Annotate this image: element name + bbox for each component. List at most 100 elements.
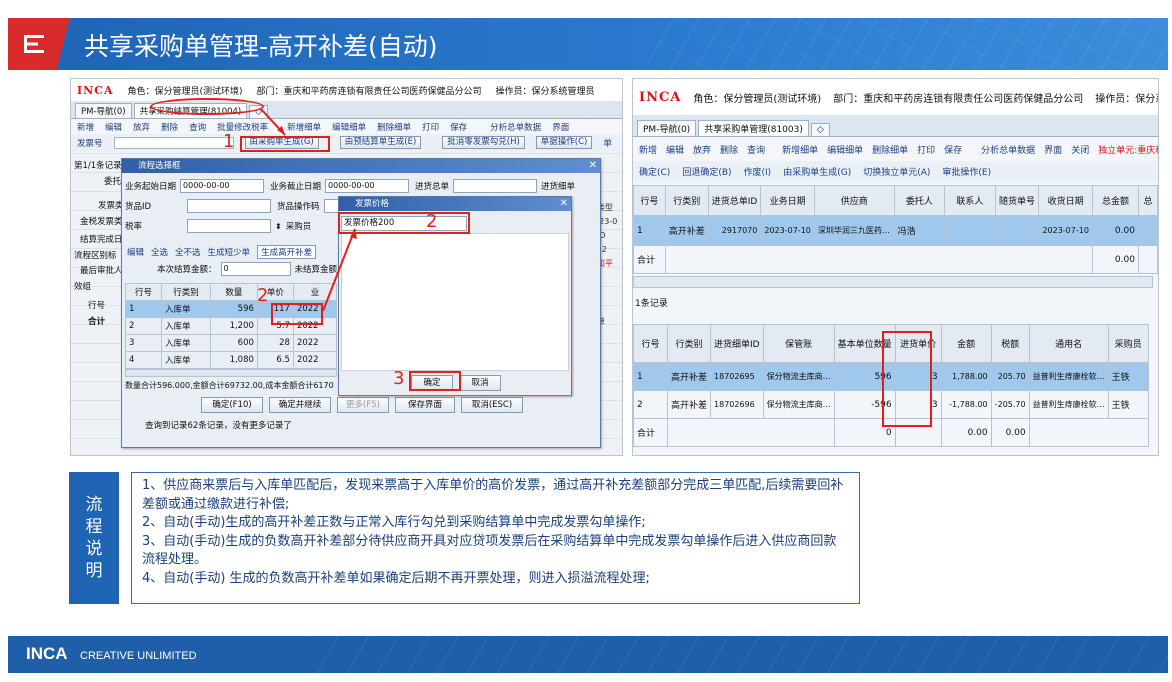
- footer-brand: INCA: [26, 644, 68, 663]
- cell: -1,788.00: [940, 390, 992, 419]
- sum-amount: 0.00: [940, 418, 992, 447]
- col-tax: 税额: [990, 324, 1030, 363]
- price-column-highlight: [882, 331, 932, 427]
- approval-button[interactable]: 审批操作(E): [942, 165, 991, 178]
- col-no: 行号: [633, 324, 668, 363]
- sum-row: 合计 0.00: [633, 245, 1158, 274]
- col-total: 总金额: [1091, 185, 1139, 216]
- toolbar-discard[interactable]: 放弃: [693, 143, 711, 156]
- toolbar-query[interactable]: 查询: [747, 143, 765, 156]
- tab-po-manage[interactable]: 共享采购单管理(81003): [698, 120, 809, 136]
- annotation-arrows: [260, 108, 357, 312]
- col-id: 进货总单ID: [707, 185, 762, 216]
- confirm-button[interactable]: 确定(C): [639, 165, 670, 178]
- left-screenshot: INCA 角色：保分管理员(测试环境) 部门：重庆和平药房连锁有限责任公司医药保…: [70, 78, 623, 456]
- h-scrollbar[interactable]: [633, 276, 1153, 288]
- col-type: 行类别: [664, 185, 709, 216]
- sum-label: 合计: [633, 245, 666, 274]
- flow-label-char: 流: [85, 495, 103, 515]
- col-acct: 保管账: [762, 324, 835, 363]
- toolbar-save[interactable]: 保存: [944, 143, 962, 156]
- header-table: 行号 行类别 进货总单ID 业务日期 供应商 委托人 联系人 随货单号 收货日期…: [633, 185, 1158, 274]
- sum-tax: 0.00: [990, 418, 1030, 447]
- cell: 2917070: [707, 215, 762, 246]
- col-more: 总: [1137, 185, 1158, 216]
- gen-from-po-button[interactable]: 由采购单生成(G): [783, 165, 851, 178]
- cell: [994, 215, 1040, 246]
- cell: [1137, 215, 1158, 246]
- cell: 保分物流主库商…: [762, 362, 835, 391]
- flow-label-char: 程: [85, 517, 103, 537]
- col-type: 行类别: [666, 324, 712, 363]
- flow-description: 1、供应商来票后与入库单匹配后，发现来票高于入库单价的高价发票，通过高开补充差额…: [131, 472, 860, 604]
- cell: 18702695: [710, 362, 764, 391]
- col-date: 业务日期: [760, 185, 815, 216]
- inca-logo-icon: [24, 35, 44, 53]
- cell: 益普利生痔康栓软…: [1028, 362, 1109, 391]
- flow-label: 流 程 说 明: [69, 472, 119, 604]
- cell: 高开补差: [664, 215, 709, 246]
- cell: [664, 245, 1093, 274]
- title-bar: 共享采购单管理-高开补差(自动): [8, 18, 1168, 70]
- toolbar-edit-detail[interactable]: 编辑细单: [827, 143, 863, 156]
- cell: [1137, 245, 1158, 274]
- toolbar-unit: 独立单元:重庆和平: [1098, 145, 1158, 156]
- toolbar-delete[interactable]: 删除: [720, 143, 738, 156]
- cell: 高开补差: [666, 390, 712, 419]
- app-brand: INCA: [639, 89, 682, 105]
- col-no: 行号: [633, 185, 666, 216]
- cell: 2: [633, 390, 668, 419]
- toolbar-new[interactable]: 新增: [639, 143, 657, 156]
- col-supplier: 供应商: [813, 185, 895, 216]
- col-ref: 随货单号: [994, 185, 1040, 216]
- toolbar-delete-detail[interactable]: 删除细单: [872, 143, 908, 156]
- tab-add[interactable]: ◇: [810, 123, 830, 136]
- flow-label-char: 说: [85, 539, 103, 559]
- col-buyer: 采购员: [1107, 324, 1149, 363]
- title-decoration: [648, 18, 1168, 70]
- toolbar-ui[interactable]: 界面: [1044, 143, 1062, 156]
- rollback-button[interactable]: 回退确定(B): [682, 165, 731, 178]
- toolbar-new-detail[interactable]: 新增细单: [782, 143, 818, 156]
- toolbar-analyze[interactable]: 分析总单数据: [981, 143, 1035, 156]
- flow-line-3: 3、自动(手动)生成的负数高开补差部分待供应商开具对应贷项发票后在采购结算单中完…: [142, 533, 837, 568]
- toolbar-edit[interactable]: 编辑: [666, 143, 684, 156]
- toolbar-print[interactable]: 打印: [917, 143, 935, 156]
- cell: 2023-07-10: [760, 215, 815, 246]
- cell: 保分物流主库商…: [762, 390, 835, 419]
- footer-tagline: CREATIVE UNLIMITED: [80, 650, 197, 662]
- cell: [667, 418, 835, 447]
- col-name: 通用名: [1028, 324, 1109, 363]
- cell: 18702696: [710, 390, 764, 419]
- sum-label: 合计: [633, 418, 668, 447]
- cell: 深圳华润三九医药…: [813, 215, 895, 246]
- cell: 2023-07-10: [1038, 215, 1093, 246]
- footer-decoration: [308, 636, 1168, 673]
- footer-bar: INCA CREATIVE UNLIMITED: [8, 636, 1168, 673]
- flow-line-2: 2、自动(手动)生成的高开补差正数与正常入库行勾兑到采购结算单中完成发票勾单操作…: [142, 515, 646, 531]
- col-recv: 收货日期: [1038, 185, 1093, 216]
- right-screenshot: INCA 角色：保分管理员(测试环境) 部门：重庆和平药房连锁有限责任公司医药保…: [632, 78, 1159, 456]
- cell: [1028, 418, 1149, 447]
- cell: 益普利生痔康栓软…: [1028, 390, 1109, 419]
- operator-text: 操作员：保分系统管理员: [1095, 93, 1158, 105]
- col-amount: 金额: [940, 324, 992, 363]
- flow-label-char: 明: [85, 561, 103, 581]
- cell: 205.70: [990, 362, 1030, 391]
- cell: 冯浩: [893, 215, 946, 246]
- col-client: 委托人: [893, 185, 946, 216]
- void-button[interactable]: 作废(I): [744, 165, 772, 178]
- sum-value: 0.00: [1091, 245, 1139, 274]
- tab-pm-nav[interactable]: PM-导航(0): [637, 120, 697, 136]
- col-id: 进货细单ID: [710, 324, 764, 363]
- tab-strip: PM-导航(0) 共享采购单管理(81003) ◇: [633, 115, 1158, 137]
- slide-title: 共享采购单管理-高开补差(自动): [84, 32, 438, 61]
- cell: 王铁: [1107, 390, 1149, 419]
- toolbar-close[interactable]: 关闭: [1071, 143, 1089, 156]
- cell: [944, 215, 996, 246]
- main-toolbar: 新增 编辑 放弃 删除 查询 新增细单 编辑细单 删除细单 打印 保存 分析总单…: [633, 137, 1158, 161]
- switch-unit-button[interactable]: 切换独立单元(A): [863, 165, 930, 178]
- table-row[interactable]: 1 高开补差 2917070 2023-07-10 深圳华润三九医药… 冯浩 2…: [633, 215, 1158, 246]
- cell: 1,788.00: [940, 362, 992, 391]
- role-text: 角色：保分管理员(测试环境): [693, 93, 822, 105]
